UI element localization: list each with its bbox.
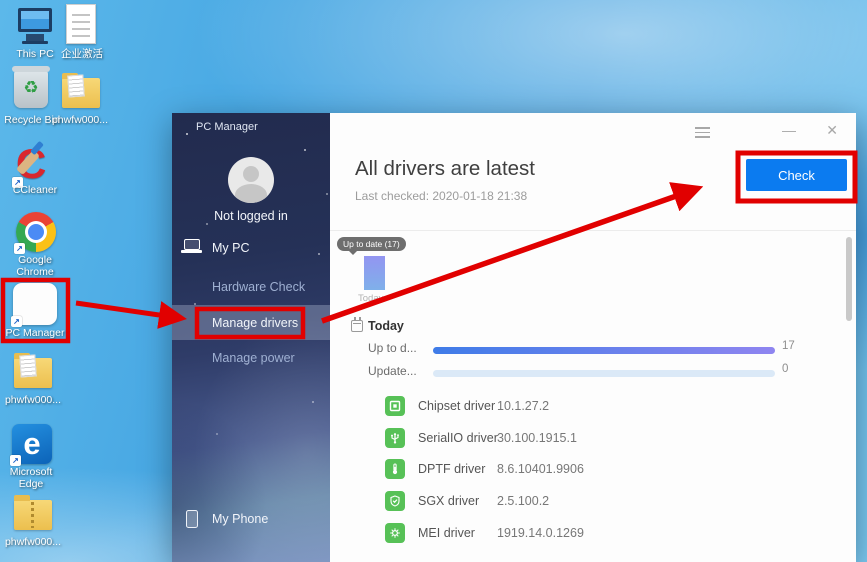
sidebar-item-label: Manage power [212,351,295,365]
desktop-icon-recycle-bin[interactable]: ♻ [14,70,48,108]
progress-label: Up to d... [368,341,417,355]
driver-name: MEI driver [418,526,475,540]
avatar[interactable] [228,157,274,203]
close-icon[interactable]: ✕ [826,122,838,139]
progress-value: 0 [782,363,788,375]
desktop-icon-this-pc[interactable] [12,6,58,48]
desktop-icon-label: Microsoft Edge [0,466,62,491]
driver-row[interactable]: Chipset driver 10.1.27.2 [330,396,856,418]
thermometer-icon [385,459,405,479]
sidebar-item-label: My Phone [212,512,268,526]
driver-name: Chipset driver [418,399,495,413]
sidebar-item-label: Manage drivers [212,316,298,330]
desktop-icon-document[interactable] [66,4,96,44]
chart-axis-label: Today [358,293,383,304]
desktop-icon-folder[interactable] [14,358,52,388]
ccleaner-icon: C ↗ [14,142,56,186]
sidebar: PC Manager Not logged in My PC Hardware … [172,113,330,562]
page-title: All drivers are latest [355,157,535,181]
check-button[interactable]: Check [746,159,847,191]
desktop: This PC 企业激活 ♻ Recycle Bin phwfw000... C… [0,0,867,562]
progress-label: Update... [368,364,417,378]
folder-icon [14,358,52,388]
zip-folder-icon [14,500,52,530]
computer-icon [12,6,58,48]
scrollbar[interactable] [846,237,852,321]
desktop-icon-zip-folder[interactable] [14,500,52,530]
progress-bar-update [433,370,775,377]
driver-name: SGX driver [418,494,479,508]
progress-bar-up-to-date [433,347,775,354]
driver-version: 1919.14.0.1269 [497,526,584,540]
desktop-icon-label: CCleaner [1,184,69,196]
driver-row[interactable]: SGX driver 2.5.100.2 [330,491,856,513]
driver-version: 2.5.100.2 [497,494,549,508]
gear-icon [385,523,405,543]
shield-icon [385,491,405,511]
phone-icon [186,510,198,528]
driver-row[interactable]: MEI driver 1919.14.0.1269 [330,523,856,545]
pc-manager-icon: ↗ [13,283,57,325]
shortcut-arrow-icon: ↗ [14,243,25,254]
driver-name: DPTF driver [418,462,485,476]
desktop-icon-label: Google Chrome [4,254,66,279]
desktop-icon-label: PC Manager [1,327,69,339]
driver-version: 10.1.27.2 [497,399,549,413]
desktop-icon-edge[interactable]: e ↗ [12,424,52,464]
calendar-icon [351,320,363,332]
last-checked-text: Last checked: 2020-01-18 21:38 [355,189,527,203]
menu-icon[interactable] [695,124,710,141]
annotation-arrow-to-manage-drivers [76,303,180,318]
desktop-icon-folder[interactable] [62,78,100,108]
progress-value: 17 [782,340,795,352]
login-status[interactable]: Not logged in [172,209,330,223]
driver-row[interactable]: SerialIO driver 30.100.1915.1 [330,428,856,450]
desktop-icon-label: phwfw000... [0,394,67,406]
usb-icon [385,428,405,448]
sidebar-item-label: Hardware Check [212,280,305,294]
desktop-icon-label: 企业激活 [48,48,116,60]
desktop-icon-label: phwfw000... [46,114,114,126]
driver-row[interactable]: DPTF driver 8.6.10401.9906 [330,459,856,481]
desktop-icon-chrome[interactable]: ↗ [16,212,56,252]
driver-version: 30.100.1915.1 [497,431,577,445]
minimize-icon[interactable]: — [782,122,796,138]
app-title: PC Manager [196,121,258,133]
section-heading: Today [368,319,404,333]
folder-icon [62,78,100,108]
chart-bar[interactable] [364,256,385,290]
shortcut-arrow-icon: ↗ [11,316,22,327]
shortcut-arrow-icon: ↗ [10,455,21,466]
document-icon [66,4,96,44]
laptop-icon [184,239,200,250]
desktop-icon-pc-manager[interactable]: ↗ [13,283,57,325]
desktop-icon-label: phwfw000... [0,536,67,548]
chipset-icon [385,396,405,416]
main-content: — ✕ All drivers are latest Last checked:… [330,113,856,562]
divider [330,230,856,231]
recycle-bin-icon: ♻ [14,70,48,108]
sidebar-item-label: My PC [212,241,250,255]
chart-tooltip: Up to date (17) [337,237,406,251]
driver-name: SerialIO driver [418,431,498,445]
driver-version: 8.6.10401.9906 [497,462,584,476]
pc-manager-window: PC Manager Not logged in My PC Hardware … [172,113,856,562]
desktop-icon-ccleaner[interactable]: C ↗ [14,142,56,186]
